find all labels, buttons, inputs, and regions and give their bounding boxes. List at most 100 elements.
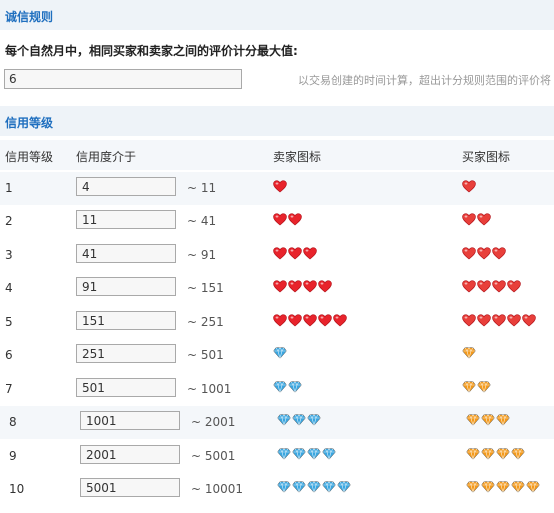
red-heart-buyer-icon [477,247,491,260]
orange-diamond-icon [462,381,476,393]
range-end: ~ 501 [187,348,224,362]
seller-icon-group [277,448,336,462]
red-heart-buyer-icon [522,314,536,327]
red-heart-buyer-icon [462,247,476,260]
red-heart-icon [288,247,302,260]
seller-icon-group [273,280,332,294]
buyer-icon-group [466,414,510,428]
red-heart-icon [273,314,287,327]
rule-section-title: 诚信规则 [5,10,54,24]
range-start-input[interactable] [80,445,180,464]
range-end: ~ 151 [187,281,224,295]
red-heart-buyer-icon [507,314,521,327]
seller-icon-group [273,213,302,227]
red-heart-buyer-icon [462,213,476,226]
seller-icon-group [273,347,287,361]
blue-diamond-icon [292,414,306,426]
seller-icon-group [273,247,317,261]
header-range: 信用度介于 [76,150,137,164]
range-start-input[interactable] [76,378,176,397]
orange-diamond-icon [511,481,525,493]
level-number: 9 [9,449,17,463]
red-heart-buyer-icon [492,314,506,327]
blue-diamond-icon [307,414,321,426]
level-row: 5 ~ 251 [0,306,554,339]
buyer-icon-group [466,481,540,495]
red-heart-icon [273,280,287,293]
range-start-input[interactable] [76,210,176,229]
blue-diamond-icon [322,448,336,460]
level-row: 2 ~ 41 [0,205,554,238]
range-start-input[interactable] [76,244,176,263]
red-heart-icon [303,247,317,260]
level-section-header: 信用等级 [0,106,554,136]
level-number: 6 [5,348,13,362]
red-heart-buyer-icon [477,314,491,327]
seller-icon-group [277,414,321,428]
red-heart-buyer-icon [462,280,476,293]
red-heart-icon [273,247,287,260]
max-score-input[interactable] [4,69,242,89]
red-heart-icon [288,213,302,226]
buyer-icon-group [462,213,491,227]
orange-diamond-icon [481,448,495,460]
range-end: ~ 11 [187,181,217,195]
level-number: 10 [9,482,25,496]
level-row: 10 ~ 10001 [0,473,554,506]
level-number: 5 [5,315,13,329]
blue-diamond-icon [307,448,321,460]
blue-diamond-icon [307,481,321,493]
red-heart-icon [333,314,347,327]
range-start-input[interactable] [80,411,180,430]
blue-diamond-icon [292,481,306,493]
level-section-title: 信用等级 [5,116,54,130]
buyer-icon-group [462,347,476,361]
level-number: 3 [5,248,13,262]
buyer-icon-group [462,381,491,395]
seller-icon-group [277,481,351,495]
buyer-icon-group [462,247,506,261]
red-heart-icon [273,180,287,193]
seller-icon-group [273,314,347,328]
blue-diamond-icon [322,481,336,493]
orange-diamond-icon [477,381,491,393]
red-heart-buyer-icon [477,280,491,293]
orange-diamond-icon [511,448,525,460]
red-heart-buyer-icon [492,280,506,293]
orange-diamond-icon [496,481,510,493]
range-end: ~ 5001 [191,449,236,463]
red-heart-icon [303,314,317,327]
range-end: ~ 2001 [191,415,236,429]
range-start-input[interactable] [80,478,180,497]
level-number: 1 [5,181,13,195]
orange-diamond-icon [481,414,495,426]
buyer-icon-group [462,280,521,294]
blue-diamond-icon [288,381,302,393]
level-number: 2 [5,214,13,228]
buyer-icon-group [466,448,525,462]
blue-diamond-icon [273,347,287,359]
blue-diamond-icon [277,448,291,460]
seller-icon-group [273,381,302,395]
level-row: 1 ~ 11 [0,172,554,205]
range-start-input[interactable] [76,177,176,196]
range-start-input[interactable] [76,311,176,330]
header-buyer-icon: 买家图标 [462,150,511,164]
red-heart-buyer-icon [492,247,506,260]
level-row: 6 ~ 501 [0,339,554,372]
red-heart-icon [303,280,317,293]
range-end: ~ 41 [187,214,217,228]
range-start-input[interactable] [76,277,176,296]
max-score-label: 每个自然月中，相同买家和卖家之间的评价计分最大值: [5,44,298,58]
orange-diamond-icon [466,481,480,493]
range-start-input[interactable] [76,344,176,363]
orange-diamond-icon [466,448,480,460]
orange-diamond-icon [526,481,540,493]
red-heart-buyer-icon [477,213,491,226]
header-seller-icon: 卖家图标 [273,150,322,164]
level-number: 8 [9,415,17,429]
orange-diamond-icon [496,448,510,460]
level-row: 8 ~ 2001 [0,406,554,439]
buyer-icon-group [462,180,476,194]
red-heart-icon [318,314,332,327]
